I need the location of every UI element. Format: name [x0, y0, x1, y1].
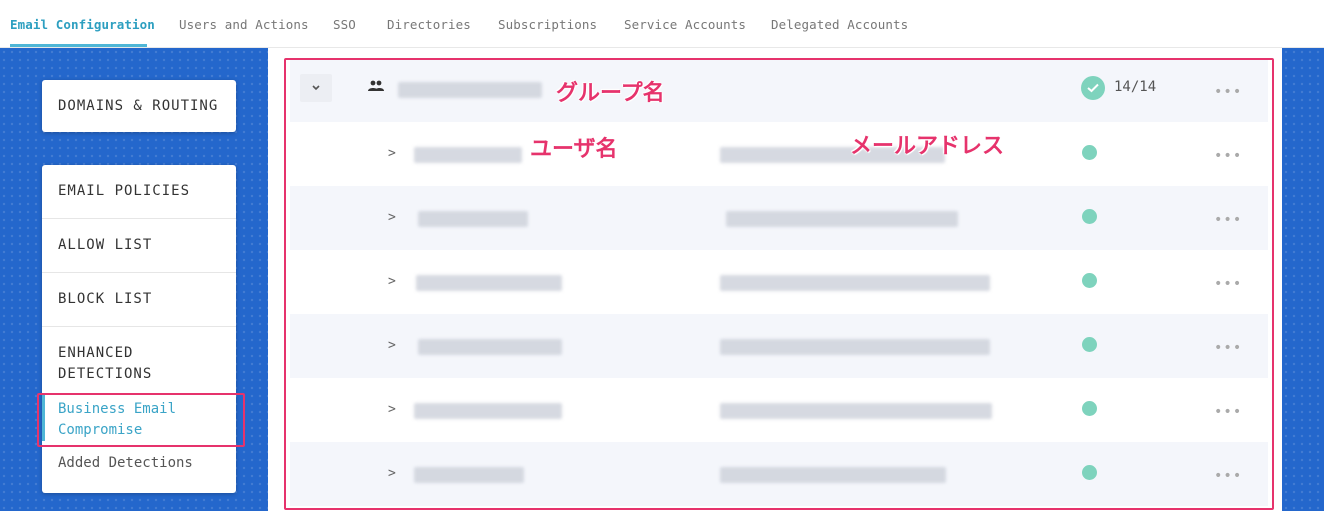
top-tab-bar: Email Configuration Users and Actions SS… [0, 0, 1324, 48]
divider [42, 326, 236, 327]
sidebar-item-block-list[interactable]: BLOCK LIST [58, 289, 152, 310]
annotation-user-name: ユーザ名 [530, 137, 618, 162]
tab-users-and-actions[interactable]: Users and Actions [179, 17, 309, 32]
tab-directories[interactable]: Directories [387, 17, 471, 32]
divider [42, 218, 236, 219]
annotation-box-sidebar [37, 393, 245, 447]
sidebar-item-allow-list[interactable]: ALLOW LIST [58, 235, 152, 256]
active-tab-indicator [10, 44, 147, 47]
domains-routing-card[interactable]: DOMAINS & ROUTING [42, 80, 236, 132]
annotation-email-address: メールアドレス [850, 134, 1005, 159]
tab-subscriptions[interactable]: Subscriptions [498, 17, 597, 32]
tab-service-accounts[interactable]: Service Accounts [624, 17, 746, 32]
right-background [1282, 48, 1324, 511]
annotation-group-name: グループ名 [556, 81, 665, 106]
divider [42, 272, 236, 273]
tab-email-configuration[interactable]: Email Configuration [10, 17, 155, 32]
tab-sso[interactable]: SSO [333, 17, 356, 32]
sidebar-item-domains-routing[interactable]: DOMAINS & ROUTING [58, 96, 218, 117]
sidebar-subitem-added-detections[interactable]: Added Detections [58, 453, 193, 474]
annotation-box-main [284, 58, 1274, 510]
sidebar-item-email-policies[interactable]: EMAIL POLICIES [58, 181, 190, 202]
tab-delegated-accounts[interactable]: Delegated Accounts [771, 17, 908, 32]
sidebar-item-enhanced-detections[interactable]: ENHANCED DETECTIONS [58, 343, 208, 385]
